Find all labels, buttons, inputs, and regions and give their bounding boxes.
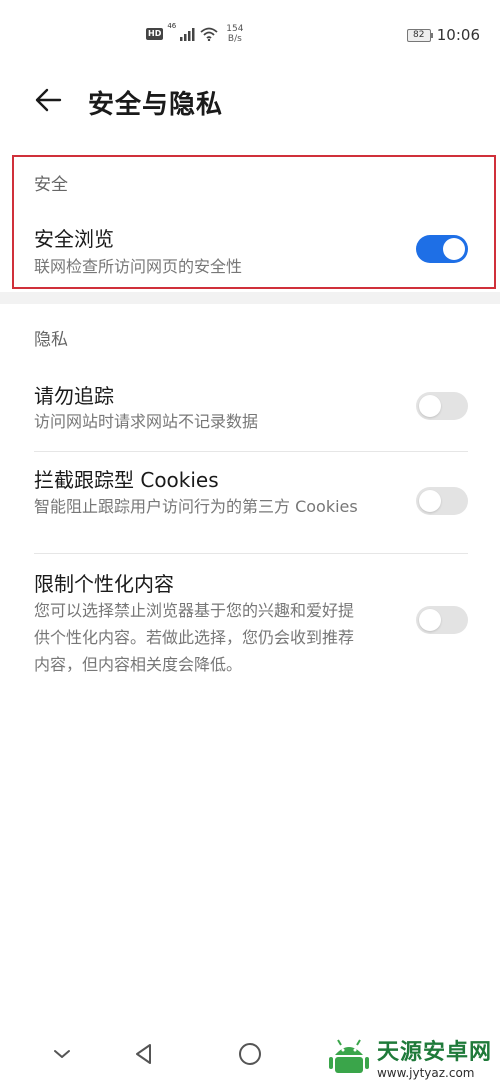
app-bar: 安全与隐私 <box>0 70 500 130</box>
android-logo-icon <box>328 1039 369 1073</box>
toggle-knob <box>419 490 441 512</box>
status-bar: HD 46 154 B/s 82 10:06 <box>0 0 500 70</box>
watermark-title: 天源安卓网 <box>376 1040 492 1065</box>
watermark-text: 天源安卓网 www.jytyaz.com <box>377 1034 492 1080</box>
limit-personalization-row[interactable]: 限制个性化内容 您可以选择禁止浏览器基于您的兴趣和爱好提供个性化内容。若做此选择… <box>0 560 500 680</box>
divider <box>34 451 468 452</box>
clock: 10:06 <box>436 26 480 44</box>
do-not-track-desc: 访问网站时请求网站不记录数据 <box>34 412 259 431</box>
privacy-section-label: 隐私 <box>34 330 68 350</box>
nav-back-icon[interactable] <box>130 1040 158 1068</box>
home-icon[interactable] <box>236 1040 264 1068</box>
safe-browsing-row[interactable]: 安全浏览 联网检查所访问网页的安全性 <box>0 215 500 285</box>
divider <box>34 553 468 554</box>
do-not-track-row[interactable]: 请勿追踪 访问网站时请求网站不记录数据 <box>0 372 500 450</box>
watermark: 天源安卓网 www.jytyaz.com <box>327 1034 492 1080</box>
network-speed-value: 154 <box>226 24 244 34</box>
network-speed-unit: B/s <box>227 34 242 44</box>
status-right: 82 10:06 <box>406 26 480 44</box>
network-speed: 154 B/s <box>226 24 243 44</box>
battery-icon: 82 <box>406 28 433 42</box>
wifi-icon <box>200 27 218 41</box>
hd-badge: HD <box>146 28 164 40</box>
block-tracking-cookies-row[interactable]: 拦截跟踪型 Cookies 智能阻止跟踪用户访问行为的第三方 Cookies <box>0 456 500 552</box>
watermark-url: www.jytyaz.com <box>376 1066 475 1080</box>
limit-personalization-toggle[interactable] <box>416 606 468 634</box>
signal-icon <box>180 28 195 41</box>
toggle-knob <box>419 609 441 631</box>
limit-personalization-desc: 您可以选择禁止浏览器基于您的兴趣和爱好提供个性化内容。若做此选择，您仍会收到推荐… <box>34 601 355 674</box>
status-indicators: HD 46 154 B/s <box>146 22 243 44</box>
safe-browsing-desc: 联网检查所访问网页的安全性 <box>34 257 243 276</box>
toggle-knob <box>419 395 441 417</box>
do-not-track-toggle[interactable] <box>416 392 468 420</box>
limit-personalization-title: 限制个性化内容 <box>34 572 174 596</box>
block-cookies-desc: 智能阻止跟踪用户访问行为的第三方 Cookies <box>34 497 358 516</box>
do-not-track-title: 请勿追踪 <box>34 384 114 408</box>
section-separator <box>0 292 500 304</box>
safe-browsing-title: 安全浏览 <box>34 227 114 251</box>
block-cookies-title: 拦截跟踪型 Cookies <box>34 468 219 492</box>
network-type-label: 46 <box>167 22 177 30</box>
back-arrow-icon[interactable] <box>32 84 64 116</box>
security-section-label: 安全 <box>34 175 68 195</box>
toggle-knob <box>443 238 465 260</box>
safe-browsing-toggle[interactable] <box>416 235 468 263</box>
collapse-icon[interactable] <box>48 1040 76 1068</box>
battery-level: 82 <box>413 29 425 40</box>
block-cookies-toggle[interactable] <box>416 487 468 515</box>
page-title: 安全与隐私 <box>88 90 224 120</box>
